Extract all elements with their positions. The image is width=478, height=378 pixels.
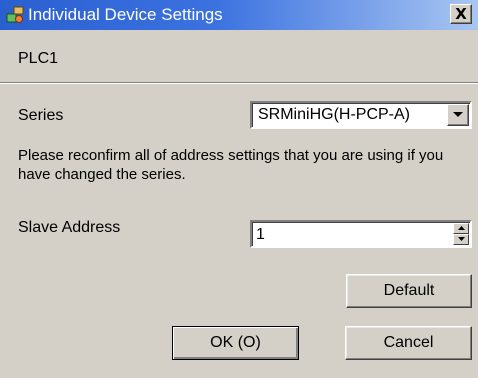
cancel-button[interactable]: Cancel — [345, 326, 472, 360]
stepper-up-button[interactable] — [453, 223, 469, 234]
series-label: Series — [18, 107, 64, 124]
slave-address-value[interactable]: 1 — [256, 226, 265, 244]
arrow-down-icon — [458, 237, 465, 241]
separator-highlight — [0, 83, 478, 84]
device-settings-icon — [5, 5, 25, 25]
ok-button[interactable]: OK (O) — [172, 326, 299, 360]
close-button[interactable]: X — [450, 4, 472, 24]
default-button[interactable]: Default — [346, 274, 472, 308]
series-dropdown-button[interactable] — [447, 104, 469, 126]
series-select[interactable]: SRMiniHG(H-PCP-A) — [250, 101, 472, 129]
arrow-up-icon — [458, 226, 465, 230]
slave-address-label: Slave Address — [18, 219, 121, 236]
series-change-note: Please reconfirm all of address settings… — [18, 147, 444, 183]
title-bar[interactable]: Individual Device Settings X — [0, 0, 478, 30]
window-title: Individual Device Settings — [28, 5, 223, 24]
series-selected-value: SRMiniHG(H-PCP-A) — [258, 106, 410, 123]
stepper-down-button[interactable] — [453, 234, 469, 245]
plc-name: PLC1 — [18, 50, 59, 67]
slave-address-stepper[interactable]: 1 — [250, 220, 472, 248]
chevron-down-icon — [453, 112, 463, 117]
